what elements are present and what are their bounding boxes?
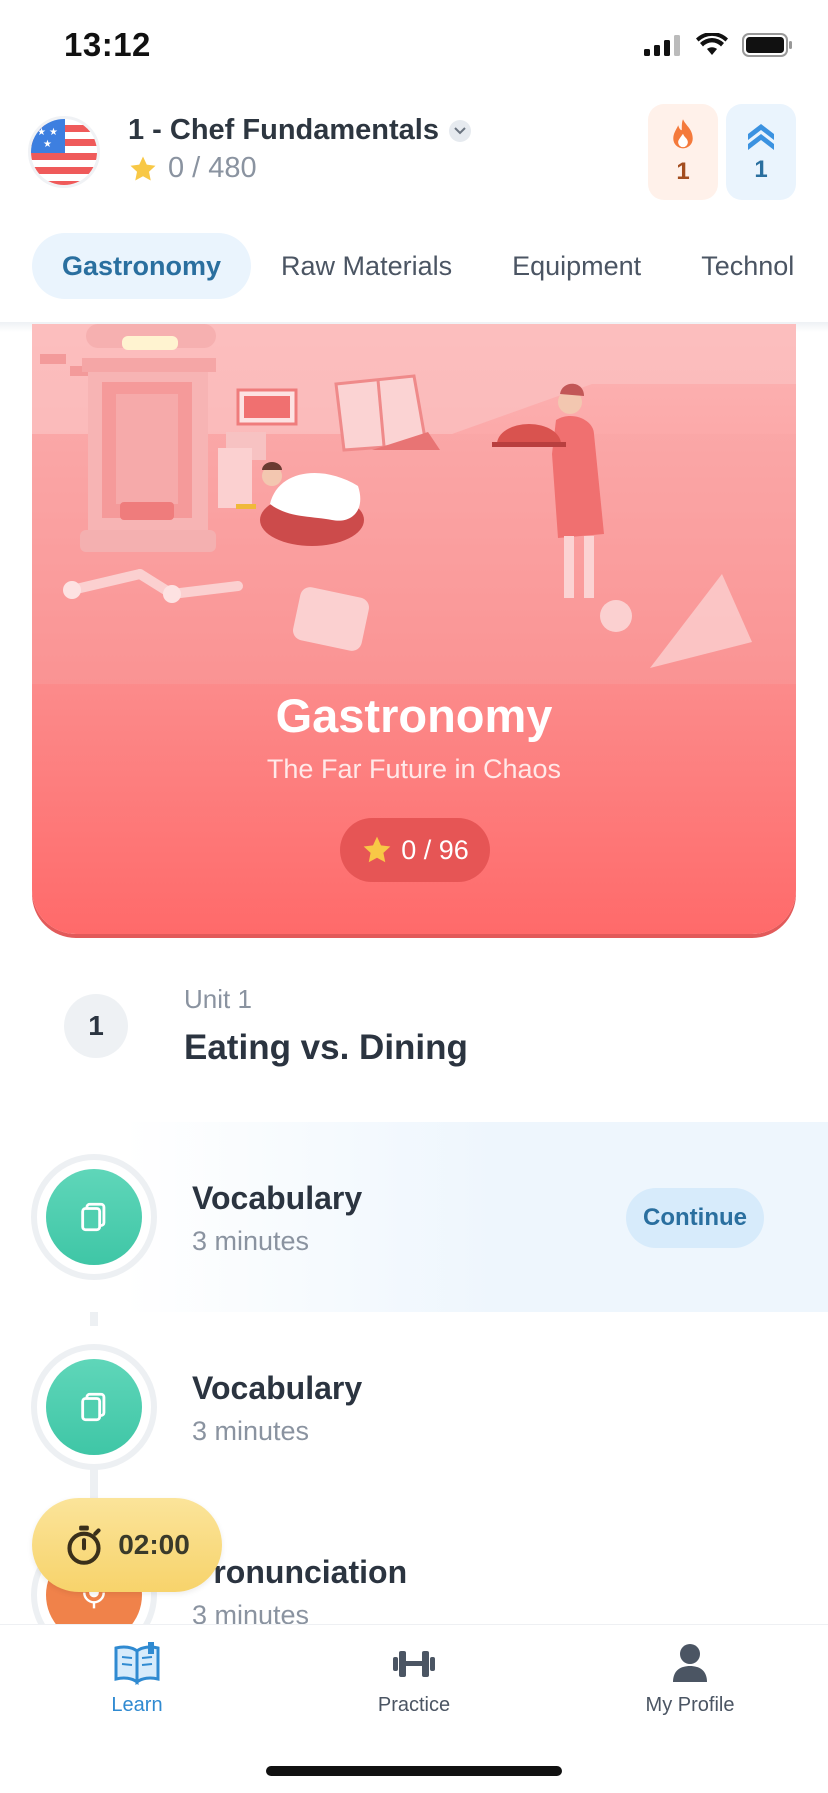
star-icon xyxy=(130,156,156,180)
svg-text:★: ★ xyxy=(49,127,58,138)
nav-practice[interactable]: Practice xyxy=(314,1640,514,1717)
streak-badge[interactable]: 1 xyxy=(648,104,718,200)
lesson-node-inner xyxy=(46,1169,142,1265)
tab-equipment[interactable]: Equipment xyxy=(482,233,671,299)
tab-gastronomy[interactable]: Gastronomy xyxy=(32,233,252,299)
person-icon xyxy=(673,1644,707,1682)
course-stars-value: 0 / 480 xyxy=(168,152,257,184)
unit-title: Eating vs. Dining xyxy=(184,1028,468,1067)
nav-profile-label: My Profile xyxy=(645,1694,735,1716)
nav-learn-label: Learn xyxy=(111,1694,163,1716)
status-icons xyxy=(644,32,794,58)
lesson-duration: 3 minutes xyxy=(192,1600,310,1624)
lesson-duration: 3 minutes xyxy=(192,1226,310,1256)
svg-text:★: ★ xyxy=(43,139,52,150)
book-icon xyxy=(114,1642,160,1686)
category-tabs: Gastronomy Raw Materials Equipment Techn… xyxy=(0,230,828,302)
lesson-node[interactable] xyxy=(31,1344,157,1470)
home-indicator xyxy=(266,1766,562,1776)
course-selector[interactable]: 1 - Chef Fundamentals xyxy=(128,114,471,147)
streak-count: 1 xyxy=(676,158,690,185)
course-stars: 0 / 480 xyxy=(128,152,257,185)
hero-illustration xyxy=(32,324,796,684)
lesson-title: Pronunciation xyxy=(192,1554,408,1590)
nav-practice-label: Practice xyxy=(377,1694,451,1716)
signal-icon xyxy=(644,35,680,56)
league-count: 1 xyxy=(754,156,768,183)
flame-icon xyxy=(673,119,693,149)
battery-icon xyxy=(742,33,792,57)
unit-number-badge: 1 xyxy=(64,994,128,1058)
unit-kicker: Unit 1 xyxy=(184,984,252,1014)
course-title: 1 - Chef Fundamentals xyxy=(128,114,439,146)
timer-pill[interactable]: 02:00 xyxy=(32,1498,222,1592)
cards-icon xyxy=(81,1392,106,1422)
nav-profile[interactable]: My Profile xyxy=(590,1640,790,1717)
wifi-icon xyxy=(696,33,728,55)
lesson-title: Vocabulary xyxy=(192,1180,363,1216)
lesson-row[interactable]: Vocabulary 3 minutes xyxy=(0,1312,828,1502)
svg-text:★: ★ xyxy=(37,127,46,138)
star-icon xyxy=(363,836,391,863)
nav-learn[interactable]: Learn xyxy=(37,1640,237,1717)
league-badge[interactable]: 1 xyxy=(726,104,796,200)
chapter-hero-card[interactable]: Gastronomy The Far Future in Chaos 0 / 9… xyxy=(32,324,796,934)
tab-raw-materials[interactable]: Raw Materials xyxy=(251,233,482,299)
lesson-node[interactable] xyxy=(31,1154,157,1280)
lesson-title: Vocabulary xyxy=(192,1370,363,1406)
cards-icon xyxy=(81,1202,106,1232)
chapter-title: Gastronomy xyxy=(275,689,553,742)
dumbbell-icon xyxy=(393,1651,435,1677)
chapter-stars-badge: 0 / 96 xyxy=(340,818,490,882)
tab-technology[interactable]: Technol xyxy=(671,233,824,299)
status-time: 13:12 xyxy=(64,26,151,63)
chapter-stars-value: 0 / 96 xyxy=(401,834,469,865)
stopwatch-icon xyxy=(67,1525,101,1565)
lesson-node-inner xyxy=(46,1359,142,1455)
lesson-duration: 3 minutes xyxy=(192,1416,310,1446)
continue-button[interactable]: Continue xyxy=(626,1188,764,1248)
chevron-down-icon xyxy=(449,119,471,142)
us-flag-icon[interactable]: ★ ★ ★ xyxy=(28,116,100,188)
chapter-subtitle: The Far Future in Chaos xyxy=(266,754,562,784)
chevrons-up-icon xyxy=(748,124,774,150)
timer-value: 02:00 xyxy=(118,1529,190,1560)
